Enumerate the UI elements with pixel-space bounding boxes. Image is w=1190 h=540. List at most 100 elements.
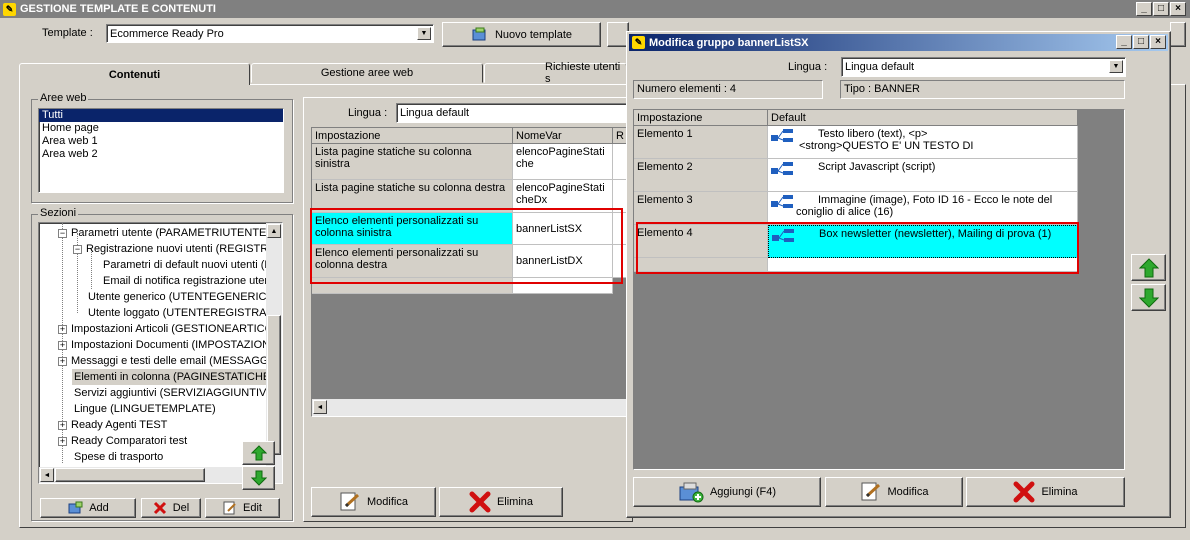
expand-icon[interactable]: + [58, 324, 67, 334]
dialog-grid[interactable]: Impostazione Default Elemento 1 Testo li… [633, 109, 1125, 470]
tree-item[interactable]: + Ready Comparatori test [58, 433, 187, 449]
expand-icon[interactable]: + [58, 340, 67, 350]
del-button[interactable]: Del [141, 498, 201, 518]
template-select[interactable]: Ecommerce Ready Pro ▼ [106, 24, 434, 43]
grid-hscrollbar[interactable]: ◄ [312, 399, 634, 416]
tree-item-label: Impostazioni Articoli (GESTIONEARTICC [71, 323, 273, 335]
elimina-button[interactable]: Elimina [439, 487, 563, 517]
tab-richieste-utenti[interactable]: Richieste utenti s [484, 61, 627, 85]
column-header[interactable]: Impostazione [634, 110, 768, 126]
collapse-icon[interactable]: − [58, 228, 67, 238]
delete-icon [469, 491, 491, 513]
dialog-maximize-button[interactable]: □ [1133, 35, 1149, 49]
aggiungi-button[interactable]: Aggiungi (F4) [633, 477, 821, 507]
aree-web-label: Aree web [38, 92, 89, 104]
dialog-lingua-value: Lingua default [845, 61, 915, 73]
list-item[interactable]: Home page [39, 122, 283, 135]
table-cell[interactable]: elencoPagineStatiche [513, 144, 613, 180]
table-cell[interactable]: Testo libero (text), <p> <strong>QUESTO … [768, 126, 1078, 159]
list-item[interactable]: Area web 1 [39, 135, 283, 148]
hidden-toolbar-button[interactable] [1170, 22, 1186, 47]
table-cell[interactable]: Elemento 3 [634, 192, 768, 225]
edit-button[interactable]: Edit [205, 498, 280, 518]
numero-elementi: Numero elementi : 4 [633, 80, 823, 99]
tree-item-selected[interactable]: Elementi in colonna (PAGINESTATICHE [72, 369, 271, 385]
table-cell[interactable]: Elemento 1 [634, 126, 768, 159]
network-icon [771, 129, 797, 146]
column-header[interactable]: NomeVar [513, 128, 613, 144]
expand-icon[interactable]: + [58, 356, 67, 366]
tab-gestione-aree-web[interactable]: Gestione aree web [251, 63, 483, 83]
tree-item[interactable]: Servizi aggiuntivi (SERVIZIAGGIUNTIVI [74, 385, 269, 401]
tree-item[interactable]: Spese di trasporto [74, 449, 163, 465]
tree-item[interactable]: + Impostazioni Documenti (IMPOSTAZION [58, 337, 270, 353]
move-down-button[interactable] [242, 466, 275, 490]
edit-icon [861, 482, 880, 501]
arrow-up-icon [250, 445, 267, 461]
tree-item[interactable]: − Parametri utente (PARAMETRIUTENTE [58, 225, 266, 241]
edit-icon [340, 492, 360, 511]
add-button[interactable]: Add [40, 498, 136, 518]
tree-item[interactable]: Utente generico (UTENTEGENERICI [88, 289, 270, 305]
tree-item-label: Spese di trasporto [74, 451, 164, 463]
chevron-down-icon[interactable]: ▼ [1109, 60, 1123, 73]
tree-item[interactable]: − Registrazione nuovi utenti (REGISTR [73, 241, 268, 257]
tree-item[interactable]: + Impostazioni Articoli (GESTIONEARTICC [58, 321, 273, 337]
tree-vscrollbar[interactable]: ▲ [266, 223, 282, 467]
tree-item[interactable]: Lingue (LINGUETEMPLATE) [74, 401, 216, 417]
dialog-move-up-button[interactable] [1131, 254, 1166, 281]
table-cell[interactable]: Elemento 2 [634, 159, 768, 192]
dialog-elimina-button[interactable]: Elimina [966, 477, 1125, 507]
tree-item[interactable]: + Ready Agenti TEST [58, 417, 167, 433]
tab-contenuti[interactable]: Contenuti [19, 63, 250, 85]
dialog-app-icon: ✎ [632, 36, 645, 49]
dialog-close-button[interactable]: × [1150, 35, 1166, 49]
content-lingua-select[interactable]: Lingua default [396, 103, 632, 123]
table-cell[interactable]: Script Javascript (script) [768, 159, 1078, 192]
move-up-button[interactable] [242, 441, 275, 465]
expand-icon[interactable]: + [58, 436, 67, 446]
chevron-down-icon[interactable]: ▼ [417, 27, 431, 40]
dialog-title: Modifica gruppo bannerListSX [649, 36, 809, 49]
highlight-box [636, 222, 1079, 274]
table-cell[interactable]: Lista pagine statiche su colonna sinistr… [312, 144, 513, 180]
dialog-move-down-button[interactable] [1131, 284, 1166, 311]
scroll-thumb[interactable] [267, 315, 281, 455]
scroll-left-icon[interactable]: ◄ [40, 468, 54, 482]
scroll-up-icon[interactable]: ▲ [267, 224, 281, 238]
collapse-icon[interactable]: − [73, 244, 82, 254]
tree-item-label: Utente loggato (UTENTEREGISTRA [88, 307, 267, 319]
minimize-button[interactable]: _ [1136, 2, 1152, 16]
close-button[interactable]: × [1170, 2, 1186, 16]
tree-item[interactable]: Parametri di default nuovi utenti (P [103, 257, 272, 273]
scroll-thumb[interactable] [55, 468, 205, 482]
aree-web-list[interactable]: Tutti Home page Area web 1 Area web 2 [38, 108, 284, 193]
new-template-button[interactable]: Nuovo template [442, 22, 601, 47]
modifica-label: Modifica [367, 496, 408, 508]
list-item[interactable]: Tutti [39, 109, 283, 122]
element-line: Script Javascript (script) [818, 161, 936, 173]
modifica-button[interactable]: Modifica [311, 487, 436, 517]
tree-item-label: Registrazione nuovi utenti (REGISTR [86, 243, 269, 255]
list-item[interactable]: Area web 2 [39, 148, 283, 161]
table-cell[interactable]: Immagine (image), Foto ID 16 - Ecco le n… [768, 192, 1078, 225]
dialog-lingua-select[interactable]: Lingua default ▼ [841, 57, 1126, 77]
tree-item[interactable]: Utente loggato (UTENTEREGISTRA [88, 305, 267, 321]
app-icon: ✎ [3, 2, 16, 16]
dialog-minimize-button[interactable]: _ [1116, 35, 1132, 49]
expand-icon[interactable]: + [58, 420, 67, 430]
maximize-button[interactable]: □ [1153, 2, 1169, 16]
tree-item[interactable]: + Messaggi e testi delle email (MESSAGGI [58, 353, 272, 369]
column-header[interactable]: Default [768, 110, 1078, 126]
tree-item-label: Email di notifica registrazione utent [103, 275, 274, 287]
edit-icon [223, 501, 236, 515]
dialog-controls: _ □ × [1116, 35, 1166, 49]
scroll-left-icon[interactable]: ◄ [313, 400, 327, 414]
tree-item[interactable]: Email di notifica registrazione utent [103, 273, 274, 289]
column-header[interactable]: Impostazione [312, 128, 513, 144]
add-label: Add [89, 502, 109, 514]
delete-icon [1013, 481, 1035, 503]
dialog-modifica-button[interactable]: Modifica [825, 477, 963, 507]
elimina-label: Elimina [496, 496, 534, 508]
template-label: Template : [42, 27, 93, 39]
